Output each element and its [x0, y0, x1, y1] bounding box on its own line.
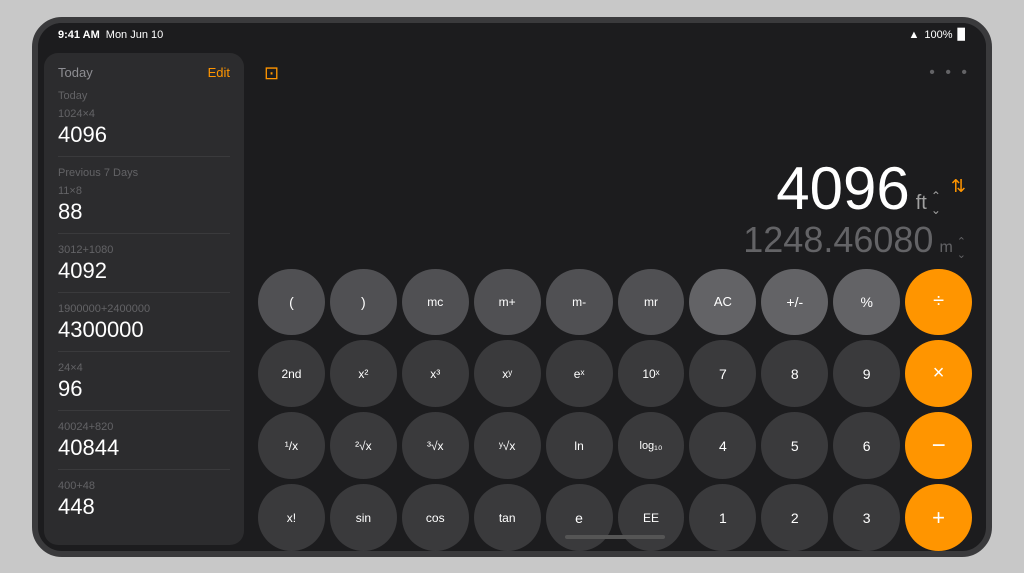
- btn-open-paren[interactable]: (: [258, 269, 325, 336]
- btn-tan[interactable]: tan: [474, 484, 541, 550]
- battery-icon: ▉: [958, 28, 966, 41]
- btn-1[interactable]: 1: [689, 484, 756, 550]
- btn-ac[interactable]: AC: [689, 269, 756, 336]
- home-indicator-area: [254, 529, 976, 541]
- primary-display: 4096 ft ⌃⌄: [776, 159, 941, 219]
- calculator: ⊡ • • • 4096 ft ⌃⌄ ⇅ 1248.46080: [244, 47, 986, 551]
- btn-m-plus[interactable]: m+: [474, 269, 541, 336]
- section-today: Today: [58, 90, 230, 102]
- btn-2[interactable]: 2: [761, 484, 828, 550]
- btn-ee[interactable]: EE: [618, 484, 685, 550]
- history-sidebar: Today Edit Today 1024×4 4096 Previous 7 …: [44, 53, 244, 545]
- history-expr: 11×8: [58, 185, 230, 197]
- history-item[interactable]: 11×8 88: [58, 185, 230, 234]
- sidebar-header: Today Edit: [58, 65, 230, 80]
- btn-5[interactable]: 5: [761, 412, 828, 479]
- section-previous: Previous 7 Days: [58, 167, 230, 179]
- history-expr: 40024+820: [58, 421, 230, 433]
- btn-cos[interactable]: cos: [402, 484, 469, 550]
- btn-6[interactable]: 6: [833, 412, 900, 479]
- home-indicator: [565, 535, 665, 539]
- btn-10-x[interactable]: 10ˣ: [618, 340, 685, 407]
- more-options-button[interactable]: • • •: [929, 64, 970, 82]
- btn-x-y[interactable]: xʸ: [474, 340, 541, 407]
- btn-add[interactable]: +: [905, 484, 972, 550]
- secondary-unit: m ⌃⌄: [939, 235, 966, 261]
- btn-close-paren[interactable]: ): [330, 269, 397, 336]
- history-result: 448: [58, 494, 230, 520]
- btn-8[interactable]: 8: [761, 340, 828, 407]
- sidebar-today-label: Today: [58, 65, 93, 80]
- convert-toggle-button[interactable]: ⇅: [951, 176, 966, 197]
- btn-divide[interactable]: ÷: [905, 269, 972, 336]
- history-result: 40844: [58, 435, 230, 461]
- wifi-icon: ▲: [909, 29, 920, 41]
- btn-m-minus[interactable]: m-: [546, 269, 613, 336]
- history-expr: 1900000+2400000: [58, 303, 230, 315]
- ipad-frame: 9:41 AM Mon Jun 10 ▲ 100% ▉ Today Edit T…: [32, 17, 992, 557]
- history-result: 96: [58, 376, 230, 402]
- status-bar: 9:41 AM Mon Jun 10 ▲ 100% ▉: [38, 23, 986, 47]
- history-item[interactable]: 3012+1080 4092: [58, 244, 230, 293]
- btn-percent[interactable]: %: [833, 269, 900, 336]
- history-result: 4096: [58, 122, 230, 148]
- btn-subtract[interactable]: −: [905, 412, 972, 479]
- btn-plus-minus[interactable]: +/-: [761, 269, 828, 336]
- history-result: 4092: [58, 258, 230, 284]
- btn-sin[interactable]: sin: [330, 484, 397, 550]
- secondary-value: 1248.46080: [743, 219, 933, 261]
- btn-e[interactable]: e: [546, 484, 613, 550]
- btn-2nd[interactable]: 2nd: [258, 340, 325, 407]
- status-date: Mon Jun 10: [106, 29, 163, 41]
- history-expr: 400+48: [58, 480, 230, 492]
- status-time: 9:41 AM: [58, 29, 100, 41]
- btn-ln[interactable]: ln: [546, 412, 613, 479]
- btn-x-cubed[interactable]: x³: [402, 340, 469, 407]
- btn-mc[interactable]: mc: [402, 269, 469, 336]
- history-result: 4300000: [58, 317, 230, 343]
- calc-display: 4096 ft ⌃⌄ ⇅ 1248.46080 m ⌃⌄: [254, 94, 976, 269]
- primary-value: 4096: [776, 159, 909, 219]
- secondary-unit-arrows[interactable]: ⌃⌄: [957, 235, 966, 261]
- primary-unit: ft ⌃⌄: [916, 189, 941, 217]
- sidebar-toggle-button[interactable]: ⊡: [260, 59, 283, 88]
- history-expr: 3012+1080: [58, 244, 230, 256]
- unit-toggle-arrows[interactable]: ⌃⌄: [931, 189, 941, 217]
- history-item[interactable]: 1024×4 4096: [58, 108, 230, 157]
- history-item[interactable]: 400+48 448: [58, 480, 230, 528]
- btn-3[interactable]: 3: [833, 484, 900, 550]
- btn-multiply[interactable]: ×: [905, 340, 972, 407]
- btn-1-over-x[interactable]: ¹/x: [258, 412, 325, 479]
- btn-mr[interactable]: mr: [618, 269, 685, 336]
- button-grid: ( ) mc m+ m- mr AC +/- % ÷ 2nd x² x³ xʸ …: [254, 269, 976, 529]
- history-item[interactable]: 24×4 96: [58, 362, 230, 411]
- btn-sqrt3[interactable]: ³√x: [402, 412, 469, 479]
- main-content: Today Edit Today 1024×4 4096 Previous 7 …: [38, 47, 986, 551]
- btn-factorial[interactable]: x!: [258, 484, 325, 550]
- history-item[interactable]: 1900000+2400000 4300000: [58, 303, 230, 352]
- edit-button[interactable]: Edit: [208, 65, 230, 80]
- secondary-display: 1248.46080 m ⌃⌄: [743, 219, 966, 261]
- btn-7[interactable]: 7: [689, 340, 756, 407]
- btn-log10[interactable]: log₁₀: [618, 412, 685, 479]
- btn-e-x[interactable]: eˣ: [546, 340, 613, 407]
- status-right: ▲ 100% ▉: [909, 28, 967, 41]
- btn-9[interactable]: 9: [833, 340, 900, 407]
- history-item[interactable]: 40024+820 40844: [58, 421, 230, 470]
- history-expr: 24×4: [58, 362, 230, 374]
- btn-x-squared[interactable]: x²: [330, 340, 397, 407]
- btn-sqrt-y[interactable]: ʸ√x: [474, 412, 541, 479]
- calc-top-bar: ⊡ • • •: [254, 55, 976, 92]
- battery-text: 100%: [924, 29, 952, 41]
- btn-4[interactable]: 4: [689, 412, 756, 479]
- btn-sqrt2[interactable]: ²√x: [330, 412, 397, 479]
- history-result: 88: [58, 199, 230, 225]
- history-expr: 1024×4: [58, 108, 230, 120]
